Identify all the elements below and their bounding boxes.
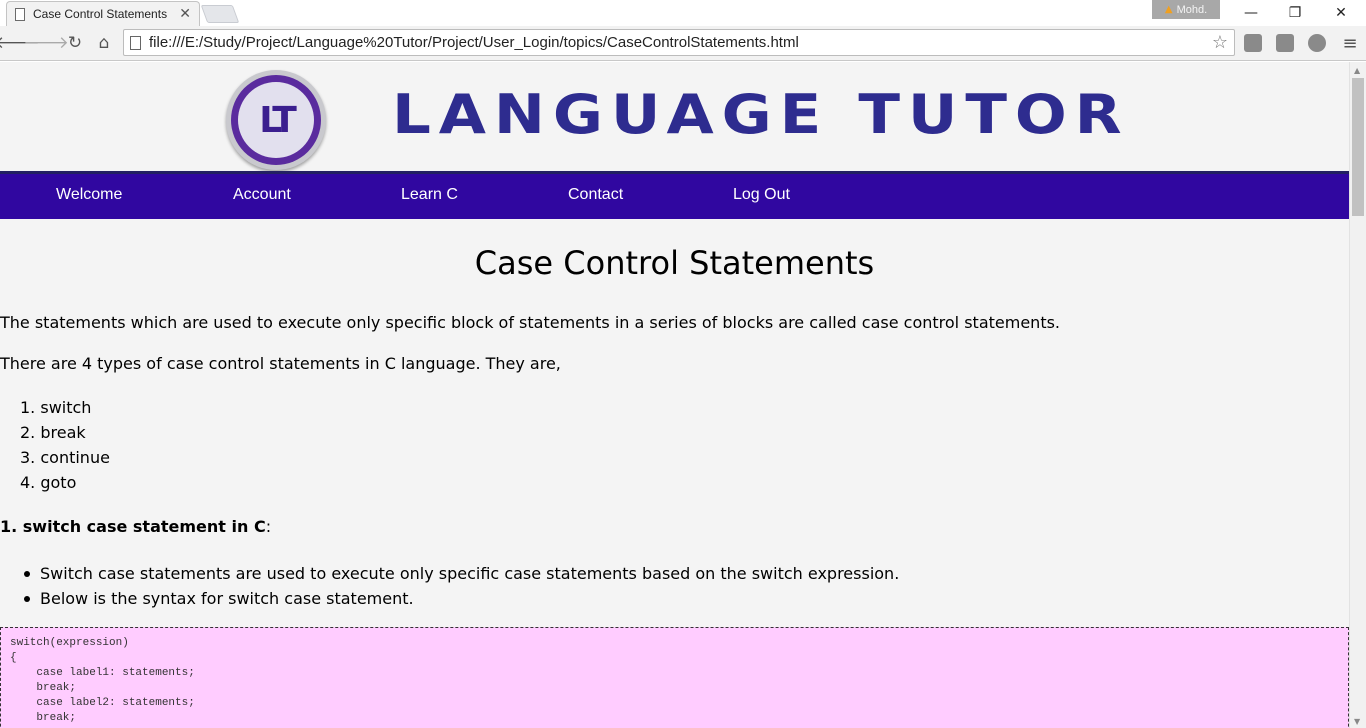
minimize-button[interactable]: —: [1228, 0, 1274, 26]
list-item: 4. goto: [20, 473, 77, 492]
types-list: 1. switch 2. break 3. continue 4. goto: [20, 395, 110, 495]
code-line: break;: [10, 712, 77, 724]
extension-icon[interactable]: [1276, 34, 1294, 52]
extension-icon[interactable]: [1308, 34, 1326, 52]
close-window-button[interactable]: ✕: [1318, 0, 1364, 26]
nav-log-out[interactable]: Log Out: [733, 186, 790, 204]
code-line: switch(expression): [10, 637, 129, 649]
switch-points-list: Switch case statements are used to execu…: [20, 561, 899, 611]
list-item: Below is the syntax for switch case stat…: [20, 586, 899, 611]
tab-close-icon[interactable]: ✕: [179, 7, 191, 21]
home-icon[interactable]: ⌂: [92, 31, 116, 55]
page-title: Case Control Statements: [474, 244, 875, 282]
browser-titlebar: Case Control Statements ✕ ▲ Mohd. — ❐ ✕: [0, 0, 1366, 26]
section-heading: 1. switch case statement in C:: [0, 517, 272, 536]
types-intro: There are 4 types of case control statem…: [0, 354, 561, 373]
code-line: case label1: statements;: [10, 667, 195, 679]
list-item: Switch case statements are used to execu…: [20, 561, 899, 586]
code-line: case label2: statements;: [10, 697, 195, 709]
page-icon: [15, 7, 25, 21]
code-line: {: [10, 652, 17, 664]
nav-account[interactable]: Account: [233, 186, 291, 204]
profile-button[interactable]: ▲ Mohd.: [1152, 0, 1220, 19]
reload-icon[interactable]: ↻: [63, 31, 87, 55]
nav-contact[interactable]: Contact: [568, 186, 623, 204]
page-viewport: LT LANGUAGE TUTOR Welcome Account Learn …: [0, 62, 1349, 728]
scroll-down-icon[interactable]: ▼: [1354, 717, 1360, 726]
extension-icon[interactable]: [1244, 34, 1262, 52]
url-text[interactable]: file:///E:/Study/Project/Language%20Tuto…: [149, 34, 1206, 51]
scroll-thumb[interactable]: [1352, 78, 1364, 216]
tab-title: Case Control Statements: [33, 7, 168, 21]
warning-icon: ▲: [1164, 4, 1173, 15]
profile-name: Mohd.: [1176, 3, 1208, 16]
logo-text: LT: [238, 82, 314, 158]
code-block: switch(expression) { case label1: statem…: [0, 627, 1349, 728]
code-line: break;: [10, 682, 77, 694]
main-nav: Welcome Account Learn C Contact Log Out: [0, 171, 1349, 219]
site-title: LANGUAGE TUTOR: [392, 83, 1130, 146]
page-icon: [130, 35, 141, 50]
list-item: 2. break: [20, 423, 86, 442]
list-item: 3. continue: [20, 448, 110, 467]
restore-button[interactable]: ❐: [1272, 0, 1318, 26]
bookmark-star-icon[interactable]: ☆: [1206, 32, 1234, 53]
nav-learn-c[interactable]: Learn C: [401, 186, 458, 204]
site-header: LT LANGUAGE TUTOR: [0, 62, 1349, 171]
forward-icon[interactable]: 🡒: [23, 31, 69, 55]
list-item: 1. switch: [20, 398, 92, 417]
intro-paragraph: The statements which are used to execute…: [0, 313, 1061, 332]
browser-tab[interactable]: Case Control Statements ✕: [6, 1, 200, 26]
browser-toolbar: 🡐 🡒 ↻ ⌂ file:///E:/Study/Project/Languag…: [0, 26, 1366, 61]
scroll-up-icon[interactable]: ▲: [1354, 66, 1360, 75]
menu-icon[interactable]: ≡: [1340, 31, 1360, 55]
vertical-scrollbar[interactable]: ▲ ▼: [1349, 62, 1366, 728]
address-bar[interactable]: file:///E:/Study/Project/Language%20Tuto…: [123, 29, 1235, 56]
nav-welcome[interactable]: Welcome: [56, 186, 122, 204]
site-logo: LT: [226, 70, 326, 170]
new-tab-button[interactable]: [200, 5, 240, 23]
